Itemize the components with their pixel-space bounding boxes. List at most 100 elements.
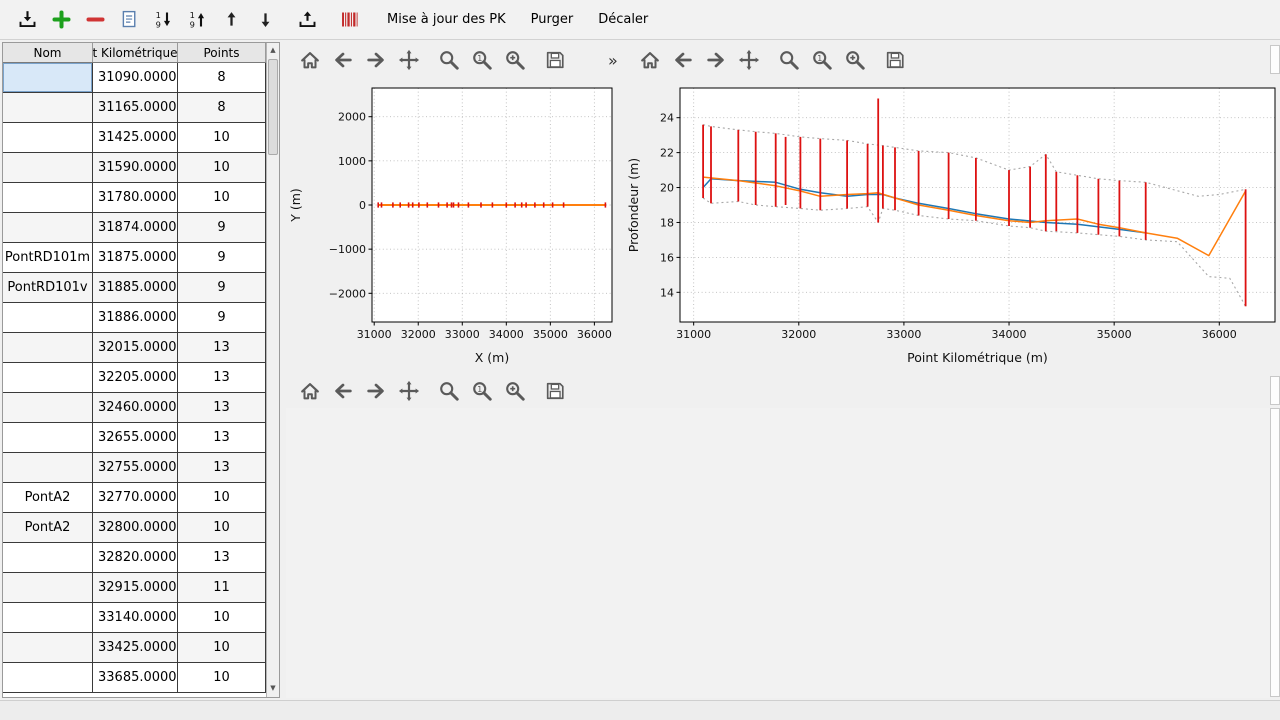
table-cell[interactable]: PontA2 bbox=[3, 513, 93, 543]
table-cell[interactable] bbox=[3, 603, 93, 633]
table-cell[interactable]: 8 bbox=[178, 93, 266, 123]
table-cell[interactable] bbox=[3, 663, 93, 693]
table-cell[interactable]: 32205.0000 bbox=[93, 363, 178, 393]
table-cell[interactable]: 10 bbox=[178, 153, 266, 183]
table-cell[interactable] bbox=[3, 123, 93, 153]
import-button[interactable] bbox=[14, 6, 41, 34]
zoom-button[interactable] bbox=[777, 48, 801, 72]
table-cell[interactable] bbox=[3, 423, 93, 453]
table-row[interactable]: 33685.000010 bbox=[3, 663, 266, 693]
table-cell[interactable] bbox=[3, 573, 93, 603]
table-cell[interactable]: 31590.0000 bbox=[93, 153, 178, 183]
scroll-up-icon[interactable]: ▲ bbox=[267, 46, 279, 54]
table-cell[interactable]: 10 bbox=[178, 483, 266, 513]
zoom-button[interactable] bbox=[437, 379, 461, 403]
table-cell[interactable]: 31875.0000 bbox=[93, 243, 178, 273]
table-cell[interactable]: 32820.0000 bbox=[93, 543, 178, 573]
table-row[interactable]: PontA232800.000010 bbox=[3, 513, 266, 543]
table-cell[interactable]: 33425.0000 bbox=[93, 633, 178, 663]
table-cell[interactable]: 31780.0000 bbox=[93, 183, 178, 213]
table-cell[interactable]: 13 bbox=[178, 423, 266, 453]
table-row[interactable]: 32655.000013 bbox=[3, 423, 266, 453]
table-row[interactable]: 31590.000010 bbox=[3, 153, 266, 183]
scroll-down-icon[interactable]: ▼ bbox=[267, 684, 279, 692]
table-cell[interactable]: 10 bbox=[178, 633, 266, 663]
scrollbar-track[interactable] bbox=[1270, 408, 1280, 697]
export-button[interactable] bbox=[294, 6, 321, 34]
table-row[interactable]: 32755.000013 bbox=[3, 453, 266, 483]
copy-button[interactable] bbox=[116, 6, 143, 34]
table-row[interactable]: 31780.000010 bbox=[3, 183, 266, 213]
update-pk-button[interactable]: Mise à jour des PK bbox=[378, 6, 515, 34]
table-cell[interactable]: 31874.0000 bbox=[93, 213, 178, 243]
table-cell[interactable]: 31886.0000 bbox=[93, 303, 178, 333]
zoom-button[interactable] bbox=[437, 48, 461, 72]
back-button[interactable] bbox=[671, 48, 695, 72]
table-cell[interactable]: 10 bbox=[178, 183, 266, 213]
table-cell[interactable] bbox=[3, 363, 93, 393]
table-cell[interactable]: 9 bbox=[178, 303, 266, 333]
back-button[interactable] bbox=[331, 379, 355, 403]
table-row[interactable]: PontRD101m31875.00009 bbox=[3, 243, 266, 273]
table-scrollbar[interactable]: ▲ ▼ bbox=[266, 43, 279, 697]
pan-button[interactable] bbox=[397, 48, 421, 72]
trajectory-chart[interactable]: 310003200033000340003500036000−2000−1000… bbox=[286, 80, 622, 370]
table-cell[interactable]: 31425.0000 bbox=[93, 123, 178, 153]
table-cell[interactable]: 32915.0000 bbox=[93, 573, 178, 603]
table-cell[interactable]: 31165.0000 bbox=[93, 93, 178, 123]
table-cell[interactable] bbox=[3, 63, 93, 93]
forward-button[interactable] bbox=[704, 48, 728, 72]
table-cell[interactable] bbox=[3, 633, 93, 663]
table-cell[interactable]: 13 bbox=[178, 393, 266, 423]
table-cell[interactable]: PontRD101m bbox=[3, 243, 93, 273]
table-row[interactable]: PontA232770.000010 bbox=[3, 483, 266, 513]
home-button[interactable] bbox=[638, 48, 662, 72]
table-row[interactable]: PontRD101v31885.00009 bbox=[3, 273, 266, 303]
table-cell[interactable] bbox=[3, 213, 93, 243]
zoom-in-button[interactable] bbox=[503, 48, 527, 72]
table-cell[interactable]: 13 bbox=[178, 543, 266, 573]
table-cell[interactable]: 9 bbox=[178, 213, 266, 243]
table-cell[interactable]: 33685.0000 bbox=[93, 663, 178, 693]
table-cell[interactable] bbox=[3, 543, 93, 573]
table-cell[interactable] bbox=[3, 393, 93, 423]
table-cell[interactable]: 32015.0000 bbox=[93, 333, 178, 363]
table-row[interactable]: 31874.00009 bbox=[3, 213, 266, 243]
move-up-button[interactable] bbox=[218, 6, 245, 34]
table-cell[interactable] bbox=[3, 453, 93, 483]
zoom-in-button[interactable] bbox=[503, 379, 527, 403]
table-cell[interactable]: 13 bbox=[178, 363, 266, 393]
table-cell[interactable]: 32800.0000 bbox=[93, 513, 178, 543]
table-cell[interactable]: 32770.0000 bbox=[93, 483, 178, 513]
table-cell[interactable]: 10 bbox=[178, 123, 266, 153]
table-cell[interactable]: 9 bbox=[178, 273, 266, 303]
add-button[interactable] bbox=[48, 6, 75, 34]
table-cell[interactable]: 32655.0000 bbox=[93, 423, 178, 453]
table-cell[interactable]: 33140.0000 bbox=[93, 603, 178, 633]
remove-button[interactable] bbox=[82, 6, 109, 34]
table-cell[interactable]: PontA2 bbox=[3, 483, 93, 513]
profile-chart[interactable]: 3100032000330003400035000360001416182022… bbox=[624, 80, 1280, 370]
table-cell[interactable]: 8 bbox=[178, 63, 266, 93]
table-row[interactable]: 31090.00008 bbox=[3, 63, 266, 93]
pan-button[interactable] bbox=[737, 48, 761, 72]
table-row[interactable]: 31886.00009 bbox=[3, 303, 266, 333]
table-cell[interactable]: 31090.0000 bbox=[93, 63, 178, 93]
forward-button[interactable] bbox=[364, 48, 388, 72]
table-cell[interactable] bbox=[3, 93, 93, 123]
table-row[interactable]: 32820.000013 bbox=[3, 543, 266, 573]
zoom-original-button[interactable] bbox=[470, 379, 494, 403]
move-down-button[interactable] bbox=[252, 6, 279, 34]
table-row[interactable]: 32205.000013 bbox=[3, 363, 266, 393]
table-row[interactable]: 32460.000013 bbox=[3, 393, 266, 423]
forward-button[interactable] bbox=[364, 379, 388, 403]
pan-button[interactable] bbox=[397, 379, 421, 403]
table-cell[interactable]: 32755.0000 bbox=[93, 453, 178, 483]
save-button[interactable] bbox=[543, 379, 567, 403]
table-cell[interactable] bbox=[3, 333, 93, 363]
table-row[interactable]: 31165.00008 bbox=[3, 93, 266, 123]
column-header-points[interactable]: Points bbox=[178, 43, 266, 62]
zoom-original-button[interactable] bbox=[470, 48, 494, 72]
save-button[interactable] bbox=[543, 48, 567, 72]
table-row[interactable]: 33140.000010 bbox=[3, 603, 266, 633]
